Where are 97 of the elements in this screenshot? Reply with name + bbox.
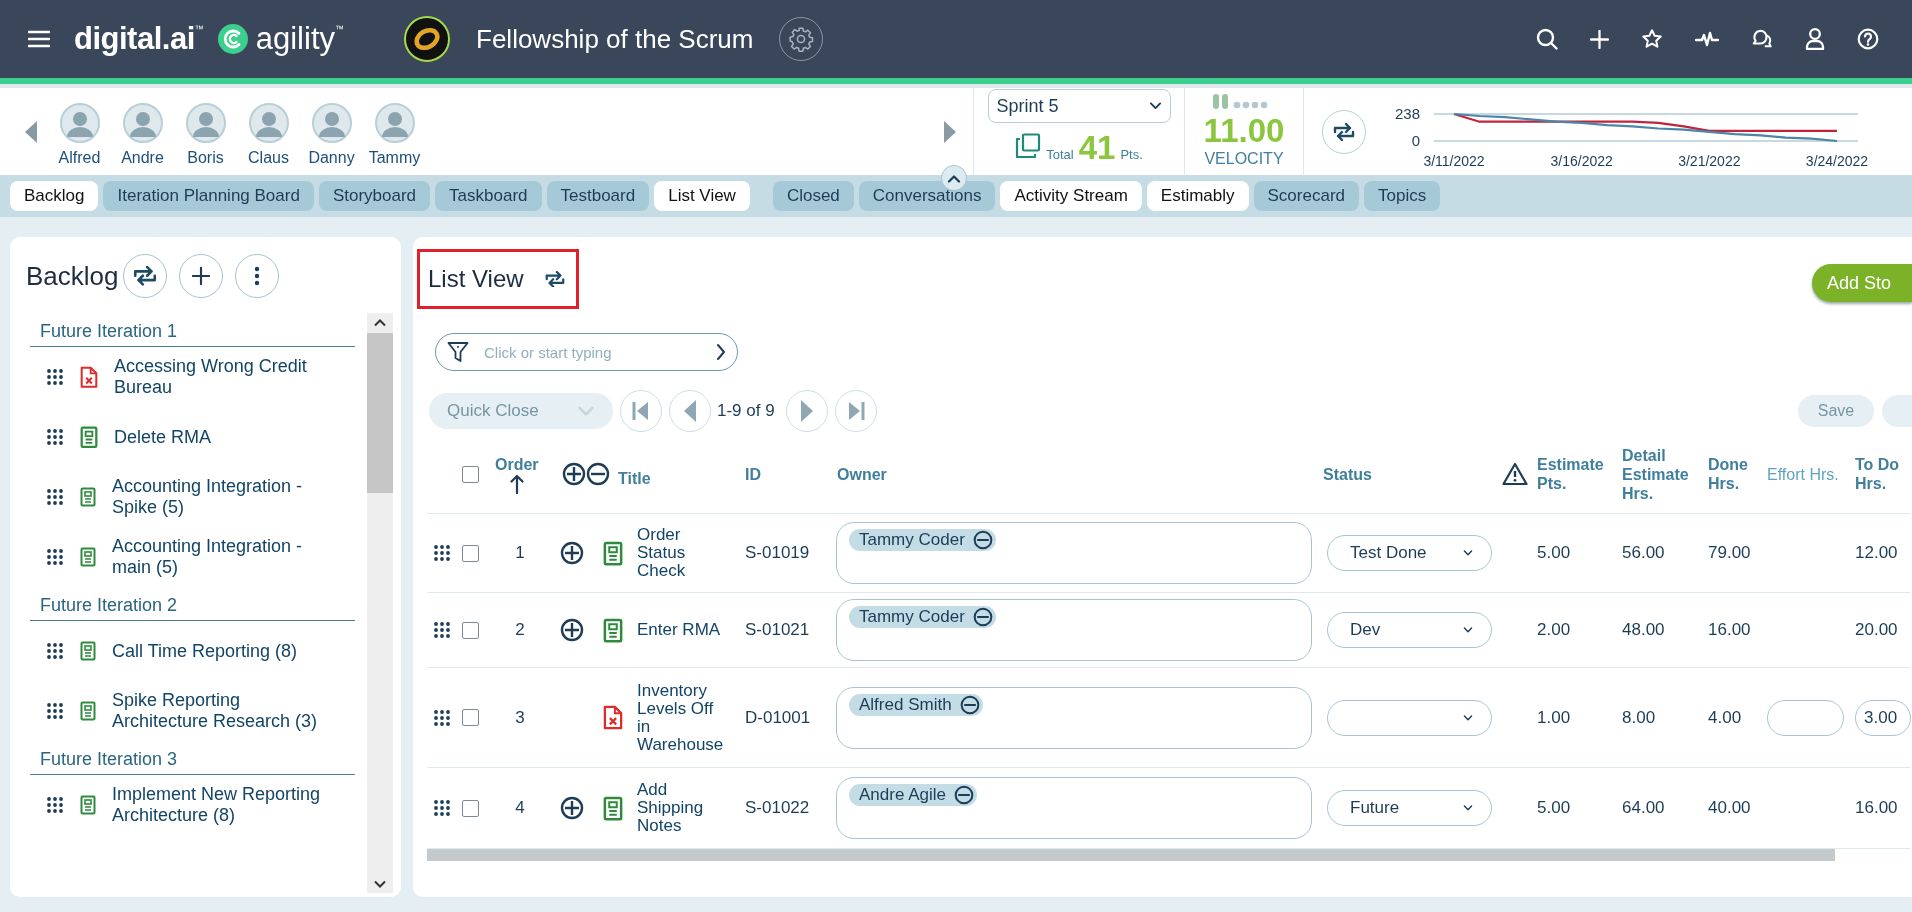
tab[interactable]: Taskboard	[435, 181, 542, 211]
group-header: Future Iteration 3	[30, 741, 355, 775]
tab[interactable]: Iteration Planning Board	[103, 181, 314, 211]
to-do-field[interactable]: 3.00	[1855, 699, 1911, 736]
column-header[interactable]: Title	[618, 468, 651, 488]
points-unit: Pts.	[1120, 147, 1143, 162]
table-cell: 5.00	[1537, 543, 1571, 563]
trademark: ™	[335, 24, 344, 34]
table-cell: D-01001	[745, 707, 811, 728]
tab[interactable]: Closed	[772, 181, 854, 211]
tab[interactable]: List View	[654, 181, 750, 211]
tab[interactable]: Backlog	[10, 181, 99, 211]
owner-name: Andre Agile	[859, 785, 946, 805]
table-cell: 3	[515, 707, 525, 728]
table-cell: 48.00	[1622, 620, 1665, 640]
x-tick-label: 3/11/2022	[1423, 152, 1485, 169]
backlog-item[interactable]: Accounting Integration - Spike (5)	[112, 476, 332, 518]
backlog-item[interactable]: Delete RMA	[114, 426, 334, 448]
table-cell: S-01021	[745, 620, 810, 640]
backlog-item[interactable]: Implement New Reporting Architecture (8)	[112, 784, 332, 826]
status-select[interactable]: Future	[1327, 790, 1492, 826]
total-points: 41	[1078, 129, 1116, 167]
table-cell: 64.00	[1622, 798, 1665, 818]
table-cell: 4	[515, 798, 525, 818]
member-name: Boris	[187, 148, 224, 167]
table-cell: 16.00	[1855, 798, 1898, 818]
x-tick-label: 3/24/2022	[1805, 152, 1869, 169]
table-cell: S-01019	[745, 543, 810, 563]
sprint-select[interactable]: Sprint 5	[987, 89, 1171, 123]
item-title-link[interactable]: Order Status Check	[637, 526, 725, 580]
status-select[interactable]: Test Done	[1327, 535, 1492, 571]
trademark: ™	[194, 24, 204, 34]
member-name: Alfred	[58, 148, 101, 167]
table-cell: 12.00	[1855, 543, 1898, 563]
tab[interactable]: Activity Stream	[1000, 181, 1142, 211]
tab[interactable]: Estimably	[1146, 181, 1249, 211]
owner-field[interactable]: Tammy Coder	[836, 522, 1312, 584]
tab[interactable]: Scorecard	[1253, 181, 1359, 211]
owner-name: Tammy Coder	[859, 530, 965, 550]
column-header[interactable]: Done Hrs.	[1708, 455, 1762, 493]
table-cell: 5.00	[1537, 798, 1571, 818]
view-title: List View	[428, 265, 524, 293]
table-cell: S-01022	[745, 798, 810, 818]
group-header: Future Iteration 2	[30, 587, 355, 621]
column-header[interactable]: Owner	[837, 464, 887, 484]
member-name: Claus	[248, 148, 289, 167]
table-cell: 2	[515, 620, 525, 640]
backlog-item[interactable]: Spike Reporting Architecture Research (3)	[112, 690, 332, 732]
tab[interactable]: Topics	[1364, 181, 1441, 211]
tab[interactable]: Conversations	[858, 181, 996, 211]
column-header[interactable]: Detail Estimate Hrs.	[1622, 445, 1703, 503]
table-cell: 4.00	[1708, 707, 1742, 728]
column-header[interactable]: Order	[495, 454, 539, 474]
product-name: agility	[255, 21, 335, 57]
backlog-item[interactable]: Accessing Wrong Credit Bureau	[114, 356, 334, 398]
table-cell: 16.00	[1708, 620, 1751, 640]
panel-title: Backlog	[26, 260, 119, 292]
logo-text: digital.ai	[74, 21, 195, 57]
page-range: 1-9 of 9	[717, 401, 775, 421]
total-label: Total	[1046, 147, 1074, 162]
owner-field[interactable]: Andre Agile	[836, 777, 1312, 839]
backlog-item[interactable]: Accounting Integration - main (5)	[112, 536, 332, 578]
tab[interactable]: Testboard	[546, 181, 650, 211]
member-name: Andre	[121, 148, 164, 167]
table-cell: 40.00	[1708, 798, 1751, 818]
owner-name: Tammy Coder	[859, 607, 965, 627]
filter-field[interactable]: Click or start typing	[435, 333, 738, 371]
table-cell: 20.00	[1855, 620, 1898, 640]
owner-field[interactable]: Alfred Smith	[836, 686, 1312, 749]
x-tick-label: 3/21/2022	[1678, 152, 1741, 169]
item-title-link[interactable]: Add Shipping Notes	[637, 781, 725, 835]
table-cell: 79.00	[1708, 543, 1751, 563]
table-cell: 56.00	[1622, 543, 1665, 563]
y-tick-label: 238	[1394, 104, 1420, 122]
table-cell: 8.00	[1622, 707, 1656, 728]
y-tick-label: 0	[1411, 131, 1420, 149]
owner-field[interactable]: Tammy Coder	[836, 599, 1312, 661]
velocity-value: 11.00	[1203, 112, 1285, 150]
table-cell: 1.00	[1537, 707, 1571, 728]
table-cell: 1	[515, 543, 525, 563]
column-header[interactable]: Status	[1323, 464, 1372, 484]
owner-name: Alfred Smith	[859, 694, 952, 715]
item-title-link[interactable]: Enter RMA	[637, 621, 725, 639]
column-header[interactable]: ID	[745, 464, 761, 484]
backlog-item[interactable]: Call Time Reporting (8)	[112, 640, 332, 662]
member-name: Danny	[308, 148, 355, 167]
table-cell: 2.00	[1537, 620, 1571, 640]
member-name: Tammy	[368, 148, 421, 167]
tab[interactable]: Storyboard	[318, 181, 431, 211]
column-header[interactable]: To Do Hrs.	[1855, 455, 1910, 493]
velocity-label: VELOCITY	[1204, 150, 1284, 168]
group-header: Future Iteration 1	[30, 313, 355, 347]
x-tick-label: 3/16/2022	[1550, 152, 1613, 169]
team-name: Fellowship of the Scrum	[476, 23, 754, 55]
status-select[interactable]: Dev	[1327, 612, 1492, 648]
item-title-link[interactable]: Inventory Levels Off in Warehouse	[637, 681, 725, 754]
column-header[interactable]: Estimate Pts.	[1537, 455, 1617, 493]
